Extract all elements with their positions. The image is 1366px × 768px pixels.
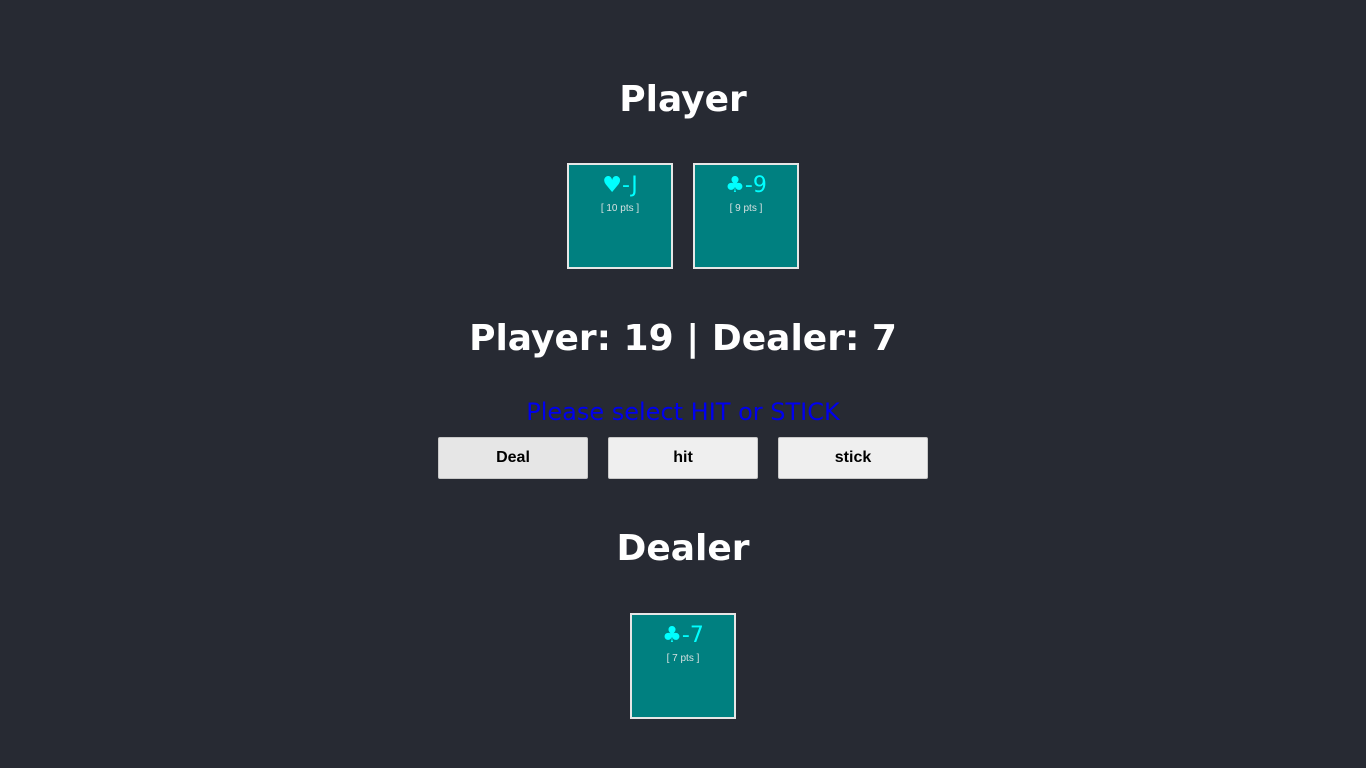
blackjack-page: Player ♥-J [ 10 pts ] ♣-9 [ 9 pts ] Play… [0,0,1366,768]
card-face: ♥-J [569,173,671,199]
game-controls: Deal hit stick [0,437,1366,479]
heart-icon: ♥ [602,173,623,198]
score-display: Player: 19 | Dealer: 7 [469,318,897,359]
player-card-2: ♣-9 [ 9 pts ] [693,163,799,269]
hit-button[interactable]: hit [608,437,758,479]
deal-button[interactable]: Deal [438,437,588,479]
card-face: ♣-7 [632,623,734,649]
stick-button[interactable]: stick [778,437,928,479]
dealer-card-1: ♣-7 [ 7 pts ] [630,613,736,719]
card-points: [ 9 pts ] [729,203,763,214]
card-rank: -7 [681,623,704,648]
card-face: ♣-9 [695,173,797,199]
player-card-1: ♥-J [ 10 pts ] [567,163,673,269]
card-points: [ 7 pts ] [666,653,700,664]
dealer-hand: ♣-7 [ 7 pts ] [0,613,1366,719]
card-rank: -9 [744,173,767,198]
club-icon: ♣ [662,623,682,648]
card-rank: -J [622,173,638,198]
status-message: Please select HIT or STICK [526,398,840,426]
player-hand: ♥-J [ 10 pts ] ♣-9 [ 9 pts ] [0,163,1366,269]
dealer-heading: Dealer [616,528,750,569]
card-points: [ 10 pts ] [600,203,640,214]
player-heading: Player [619,79,747,120]
club-icon: ♣ [725,173,745,198]
